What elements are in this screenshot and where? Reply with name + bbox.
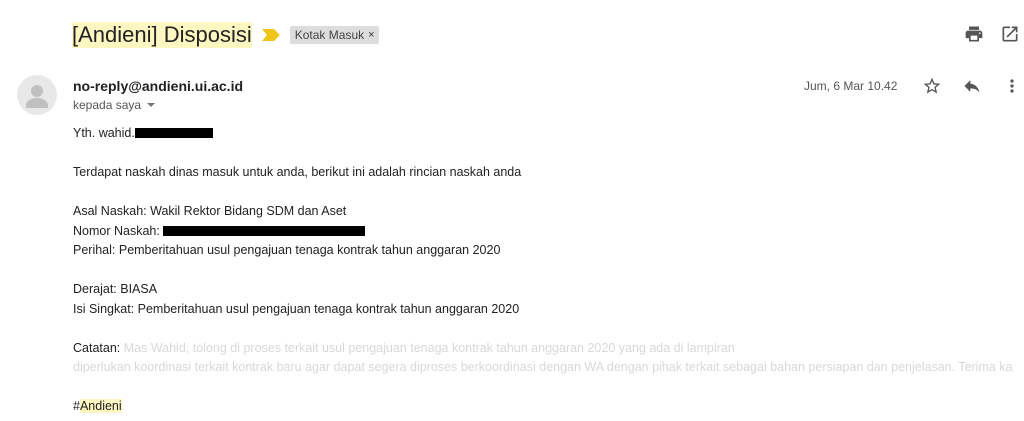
sender-avatar[interactable] [17,75,57,115]
message-actions [920,74,1024,98]
nomor-naskah-label: Nomor Naskah: [73,223,164,238]
greeting-line: Yth. wahid. [73,124,1013,144]
intro-line: Terdapat naskah dinas masuk untuk anda, … [73,165,522,179]
nomor-naskah-line: Nomor Naskah: [73,222,1013,242]
reply-icon[interactable] [960,74,984,98]
perihal-line: Perihal: Pemberitahuan usul pengajuan te… [73,243,501,257]
more-vertical-icon[interactable] [1000,74,1024,98]
hash-symbol: # [73,399,80,413]
chevron-down-icon[interactable] [147,103,156,107]
recipient-details[interactable]: kepada saya [73,98,156,112]
isi-singkat-line: Isi Singkat: Pemberitahuan usul pengajua… [73,301,520,316]
recipient-label: kepada saya [73,98,142,112]
message-date: Jum, 6 Mar 10.42 [804,79,898,93]
label-chip-text: Kotak Masuk [294,28,365,42]
redacted-number [163,225,366,236]
catatan-label: Catatan: [73,340,124,355]
sender-address[interactable]: no-reply@andieni.ui.ac.id [73,78,243,94]
derajat-line: Derajat: BIASA [73,282,158,296]
remove-label-icon[interactable]: × [368,29,374,41]
person-avatar-icon [26,85,48,108]
star-icon[interactable] [920,74,944,98]
greeting-text: Yth. wahid. [73,126,135,140]
thread-toolbar [950,22,1022,46]
catatan-line-1: Catatan: Mas Wahid, tolong di proses ter… [73,339,1013,359]
subject-line: [Andieni] Disposisi Kotak Masuk × [72,20,379,50]
importance-marker-icon[interactable] [261,29,280,41]
redacted-email [134,128,213,138]
hashtag-andieni: Andieni [79,399,122,413]
hashtag-line: #Andieni [73,397,1013,417]
open-in-new-icon[interactable] [998,22,1022,46]
catatan-line-2: diperlukan koordinasi terkait kontrak ba… [73,360,1013,374]
print-icon[interactable] [962,22,986,46]
email-subject: [Andieni] Disposisi [72,22,252,48]
asal-naskah-line: Asal Naskah: Wakil Rektor Bidang SDM dan… [73,204,347,218]
label-chip-inbox[interactable]: Kotak Masuk × [289,26,379,44]
message-body: Yth. wahid. Terdapat naskah dinas masuk … [73,124,1013,417]
catatan-text-1: Mas Wahid, tolong di proses terkait usul… [123,340,735,355]
